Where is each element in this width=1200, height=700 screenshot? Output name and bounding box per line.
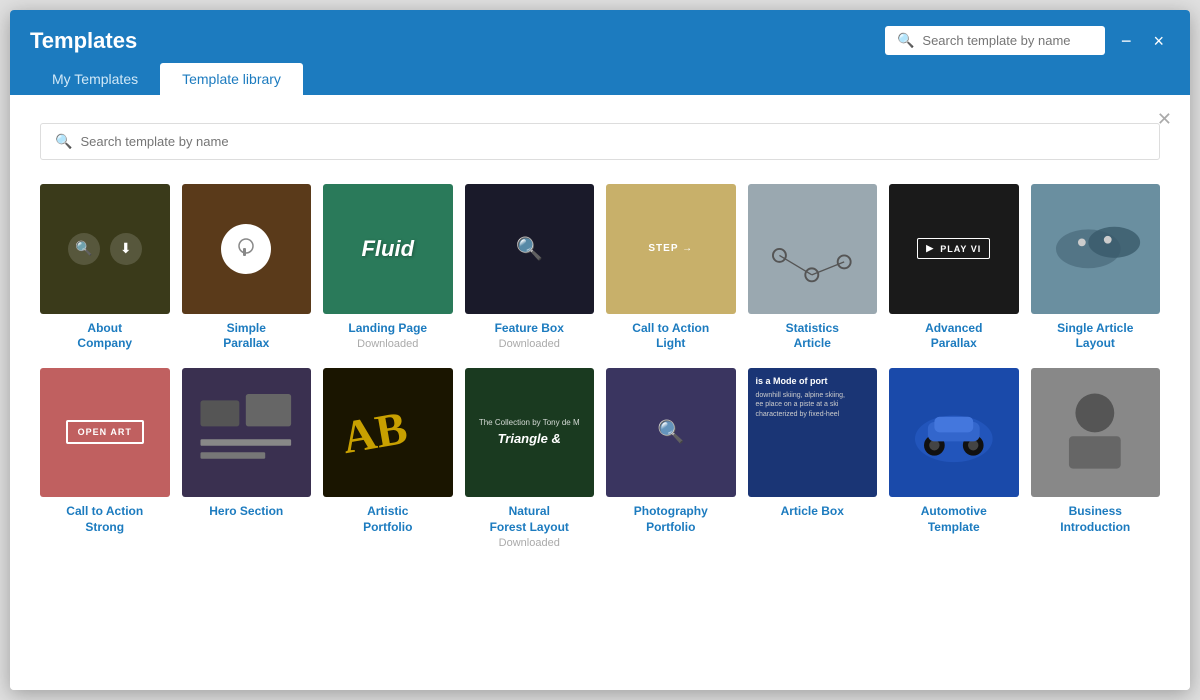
photo-search-icon: 🔍 xyxy=(657,419,684,445)
play-button: ▶ PLAY VI xyxy=(917,238,990,259)
content-area: ✕ 🔍 🔍 ⬇ AboutCompany xyxy=(10,95,1190,690)
template-sublabel-feature: Downloaded xyxy=(499,338,560,350)
inner-search-box[interactable]: 🔍 xyxy=(40,123,1160,160)
template-label-automotive: AutomotiveTemplate xyxy=(921,504,987,535)
template-label-about: AboutCompany xyxy=(77,321,132,352)
template-label-article: Single ArticleLayout xyxy=(1057,321,1133,352)
template-label-article-box: Article Box xyxy=(781,504,844,520)
close-button[interactable]: × xyxy=(1147,30,1170,52)
template-item-forest[interactable]: The Collection by Tony de M Triangle & N… xyxy=(465,368,595,550)
title-bar: Templates 🔍 − × My Templates Template li… xyxy=(10,10,1190,95)
article-box-body: downhill skiing, alpine skiing,ee place … xyxy=(756,391,846,418)
svg-text:AB: AB xyxy=(338,401,411,463)
hero-svg xyxy=(194,381,298,485)
template-item-article-box[interactable]: is a Mode of port downhill skiing, alpin… xyxy=(748,368,878,550)
templates-window: Templates 🔍 − × My Templates Template li… xyxy=(10,10,1190,690)
stats-svg xyxy=(760,236,864,314)
template-label-cta-strong: Call to ActionStrong xyxy=(66,504,143,535)
template-item-single-article[interactable]: Single ArticleLayout xyxy=(1031,184,1161,352)
play-text: PLAY VI xyxy=(940,244,981,254)
template-label-simple-parallax: SimpleParallax xyxy=(223,321,269,352)
tab-my-templates[interactable]: My Templates xyxy=(30,63,160,95)
article-box-text: is a Mode of port xyxy=(756,376,828,388)
template-item-cta-light[interactable]: STEP → Call to ActionLight xyxy=(606,184,736,352)
template-thumb-stats xyxy=(748,184,878,314)
about-search-icon: 🔍 xyxy=(68,233,100,265)
template-item-statistics[interactable]: StatisticsArticle xyxy=(748,184,878,352)
cta-strong-btn: OPEN ART xyxy=(66,420,144,444)
about-download-icon: ⬇ xyxy=(110,233,142,265)
template-label-landing: Landing Page xyxy=(348,321,427,337)
template-thumb-auto xyxy=(889,368,1019,498)
template-thumb-artistic: AB xyxy=(323,368,453,498)
template-label-hero: Hero Section xyxy=(209,504,283,520)
template-thumb-business xyxy=(1031,368,1161,498)
template-thumb-article xyxy=(1031,184,1161,314)
template-thumb-photo: 🔍 xyxy=(606,368,736,498)
template-item-automotive[interactable]: AutomotiveTemplate xyxy=(889,368,1019,550)
article-image-svg xyxy=(1043,197,1147,301)
template-thumb-landing: Fluid xyxy=(323,184,453,314)
template-label-photo: PhotographyPortfolio xyxy=(634,504,708,535)
header-search-icon: 🔍 xyxy=(897,32,914,49)
template-thumb-article-box: is a Mode of port downhill skiing, alpin… xyxy=(748,368,878,498)
inner-search-input[interactable] xyxy=(80,134,1145,149)
sp-circle xyxy=(221,224,271,274)
landing-text: Fluid xyxy=(361,236,414,262)
header-search-input[interactable] xyxy=(922,33,1093,48)
template-label-forest: NaturalForest Layout xyxy=(490,504,569,535)
template-label-feature: Feature Box xyxy=(495,321,564,337)
window-controls: 🔍 − × xyxy=(885,26,1170,55)
inner-search-icon: 🔍 xyxy=(55,133,72,150)
artistic-svg: AB xyxy=(336,381,440,485)
template-label-business: BusinessIntroduction xyxy=(1060,504,1130,535)
play-icon: ▶ xyxy=(926,243,934,254)
auto-svg xyxy=(902,387,1006,478)
template-thumb-cta-strong: OPEN ART xyxy=(40,368,170,498)
tab-template-library[interactable]: Template library xyxy=(160,63,303,95)
content-close-button[interactable]: ✕ xyxy=(1157,109,1172,130)
template-item-hero[interactable]: Hero Section xyxy=(182,368,312,550)
template-thumb-feature: 🔍 xyxy=(465,184,595,314)
template-item-about-company[interactable]: 🔍 ⬇ AboutCompany xyxy=(40,184,170,352)
template-item-advanced-parallax[interactable]: ▶ PLAY VI AdvancedParallax xyxy=(889,184,1019,352)
business-svg xyxy=(1056,387,1134,478)
template-thumb-simple-parallax xyxy=(182,184,312,314)
template-label-cta-light: Call to ActionLight xyxy=(632,321,709,352)
template-thumb-forest: The Collection by Tony de M Triangle & xyxy=(465,368,595,498)
template-thumb-cta-light: STEP → xyxy=(606,184,736,314)
template-grid-row1: 🔍 ⬇ AboutCompany SimpleParallax Fluid xyxy=(40,184,1160,352)
template-item-photo[interactable]: 🔍 PhotographyPortfolio xyxy=(606,368,736,550)
window-title: Templates xyxy=(30,28,137,54)
template-item-business[interactable]: BusinessIntroduction xyxy=(1031,368,1161,550)
template-item-simple-parallax[interactable]: SimpleParallax xyxy=(182,184,312,352)
template-sublabel-landing: Downloaded xyxy=(357,338,418,350)
template-grid-row2: OPEN ART Call to ActionStrong Hero Secti… xyxy=(40,368,1160,550)
template-item-landing-page[interactable]: Fluid Landing Page Downloaded xyxy=(323,184,453,352)
template-item-artistic[interactable]: AB ArtisticPortfolio xyxy=(323,368,453,550)
template-item-cta-strong[interactable]: OPEN ART Call to ActionStrong xyxy=(40,368,170,550)
template-item-feature-box[interactable]: 🔍 Feature Box Downloaded xyxy=(465,184,595,352)
tabs-bar: My Templates Template library xyxy=(30,63,1170,95)
template-thumb-advanced: ▶ PLAY VI xyxy=(889,184,1019,314)
forest-text: The Collection by Tony de M Triangle & xyxy=(479,418,580,446)
cta-light-text: STEP → xyxy=(648,243,693,254)
template-label-advanced: AdvancedParallax xyxy=(925,321,982,352)
feature-search-icon: 🔍 xyxy=(516,236,543,262)
minimize-button[interactable]: − xyxy=(1115,30,1138,52)
template-label-stats: StatisticsArticle xyxy=(786,321,839,352)
header-search-box[interactable]: 🔍 xyxy=(885,26,1105,55)
template-label-artistic: ArtisticPortfolio xyxy=(363,504,412,535)
template-thumb-about: 🔍 ⬇ xyxy=(40,184,170,314)
template-thumb-hero xyxy=(182,368,312,498)
template-sublabel-forest: Downloaded xyxy=(499,537,560,549)
